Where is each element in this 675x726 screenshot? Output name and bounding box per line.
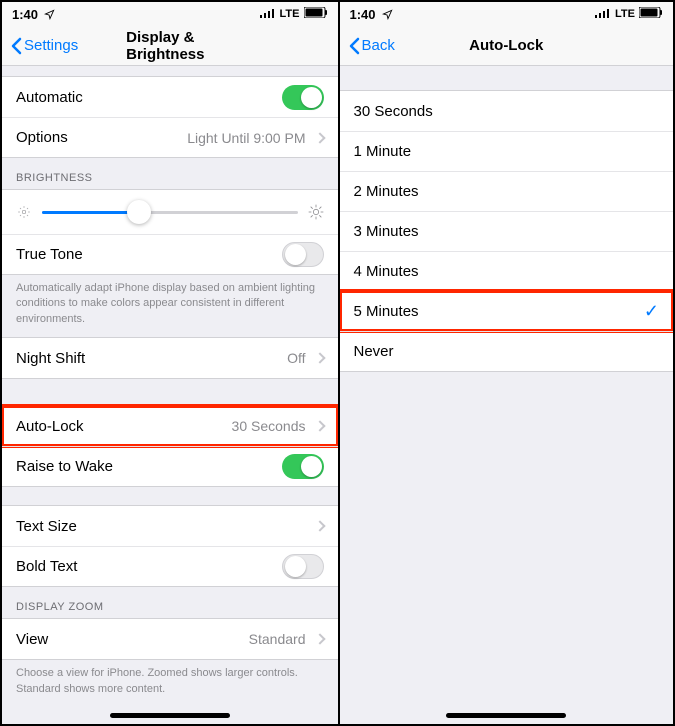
battery-icon xyxy=(304,7,328,21)
status-bar: 1:40 LTE xyxy=(2,2,338,26)
autolock-option[interactable]: 2 Minutes xyxy=(340,171,674,211)
view-row[interactable]: View Standard xyxy=(2,619,338,659)
back-label: Back xyxy=(362,37,395,54)
back-button[interactable]: Back xyxy=(348,37,395,55)
textsize-row[interactable]: Text Size xyxy=(2,506,338,546)
autolock-option[interactable]: 4 Minutes xyxy=(340,251,674,291)
nav-header: Settings Display & Brightness xyxy=(2,26,338,66)
sun-high-icon xyxy=(308,204,324,220)
raisetowake-row[interactable]: Raise to Wake xyxy=(2,446,338,486)
slider-fill xyxy=(42,211,139,214)
truetone-toggle[interactable] xyxy=(282,242,324,267)
raisetowake-label: Raise to Wake xyxy=(16,458,113,475)
brightness-slider[interactable] xyxy=(42,211,298,214)
slider-thumb[interactable] xyxy=(127,200,151,224)
options-row[interactable]: Options Light Until 9:00 PM xyxy=(2,117,338,157)
home-indicator[interactable] xyxy=(446,713,566,718)
nightshift-detail: Off xyxy=(287,350,305,366)
chevron-right-icon xyxy=(314,634,325,645)
autolock-label: Auto-Lock xyxy=(16,418,84,435)
autolock-option[interactable]: 3 Minutes xyxy=(340,211,674,251)
page-title: Display & Brightness xyxy=(126,29,267,63)
left-screen: 1:40 LTE Settings Display & Brightness A… xyxy=(2,2,338,724)
page-title: Auto-Lock xyxy=(469,37,543,54)
boldtext-row[interactable]: Bold Text xyxy=(2,546,338,586)
brightness-slider-row[interactable] xyxy=(2,190,338,234)
view-label: View xyxy=(16,631,48,648)
option-label: 1 Minute xyxy=(354,143,412,160)
chevron-right-icon xyxy=(314,521,325,532)
boldtext-toggle[interactable] xyxy=(282,554,324,579)
nightshift-row[interactable]: Night Shift Off xyxy=(2,338,338,378)
nav-header: Back Auto-Lock xyxy=(340,26,674,66)
location-icon xyxy=(44,9,55,20)
option-label: Never xyxy=(354,343,394,360)
back-button[interactable]: Settings xyxy=(10,37,78,55)
network-label: LTE xyxy=(615,8,635,20)
option-label: 3 Minutes xyxy=(354,223,419,240)
option-label: 4 Minutes xyxy=(354,263,419,280)
truetone-label: True Tone xyxy=(16,246,83,263)
truetone-row[interactable]: True Tone xyxy=(2,234,338,274)
chevron-right-icon xyxy=(314,421,325,432)
sun-low-icon xyxy=(16,204,32,220)
autolock-option[interactable]: 1 Minute xyxy=(340,131,674,171)
raisetowake-toggle[interactable] xyxy=(282,454,324,479)
autolock-options-list: 30 Seconds 1 Minute 2 Minutes 3 Minutes 4 Mi… xyxy=(340,90,674,372)
signal-icon xyxy=(595,8,611,21)
automatic-toggle[interactable] xyxy=(282,85,324,110)
autolock-row[interactable]: Auto-Lock 30 Seconds xyxy=(2,406,338,446)
displayzoom-footer: Choose a view for iPhone. Zoomed shows l… xyxy=(2,660,338,707)
truetone-footer: Automatically adapt iPhone display based… xyxy=(2,275,338,337)
battery-icon xyxy=(639,7,663,21)
status-time: 1:40 xyxy=(12,7,38,22)
chevron-right-icon xyxy=(314,132,325,143)
options-detail: Light Until 9:00 PM xyxy=(187,130,305,146)
right-screen: 1:40 LTE Back Auto-Lock 30 Seconds 1 Minu… xyxy=(338,2,674,724)
status-bar: 1:40 LTE xyxy=(340,2,674,26)
checkmark-icon: ✓ xyxy=(644,301,659,322)
options-label: Options xyxy=(16,129,68,146)
autolock-detail: 30 Seconds xyxy=(232,418,306,434)
nightshift-label: Night Shift xyxy=(16,350,85,367)
chevron-left-icon xyxy=(10,37,22,55)
option-label: 5 Minutes xyxy=(354,303,419,320)
location-icon xyxy=(382,9,393,20)
back-label: Settings xyxy=(24,37,78,54)
displayzoom-header: DISPLAY ZOOM xyxy=(2,587,338,618)
view-detail: Standard xyxy=(249,631,306,647)
network-label: LTE xyxy=(280,8,300,20)
status-time: 1:40 xyxy=(350,7,376,22)
autolock-option[interactable]: 5 Minutes ✓ xyxy=(340,291,674,331)
chevron-right-icon xyxy=(314,353,325,364)
chevron-left-icon xyxy=(348,37,360,55)
boldtext-label: Bold Text xyxy=(16,558,77,575)
autolock-option[interactable]: 30 Seconds xyxy=(340,91,674,131)
textsize-label: Text Size xyxy=(16,518,77,535)
automatic-row[interactable]: Automatic xyxy=(2,77,338,117)
home-indicator[interactable] xyxy=(110,713,230,718)
option-label: 30 Seconds xyxy=(354,103,433,120)
autolock-option[interactable]: Never xyxy=(340,331,674,371)
option-label: 2 Minutes xyxy=(354,183,419,200)
automatic-label: Automatic xyxy=(16,89,83,106)
signal-icon xyxy=(260,8,276,21)
brightness-header: BRIGHTNESS xyxy=(2,158,338,189)
